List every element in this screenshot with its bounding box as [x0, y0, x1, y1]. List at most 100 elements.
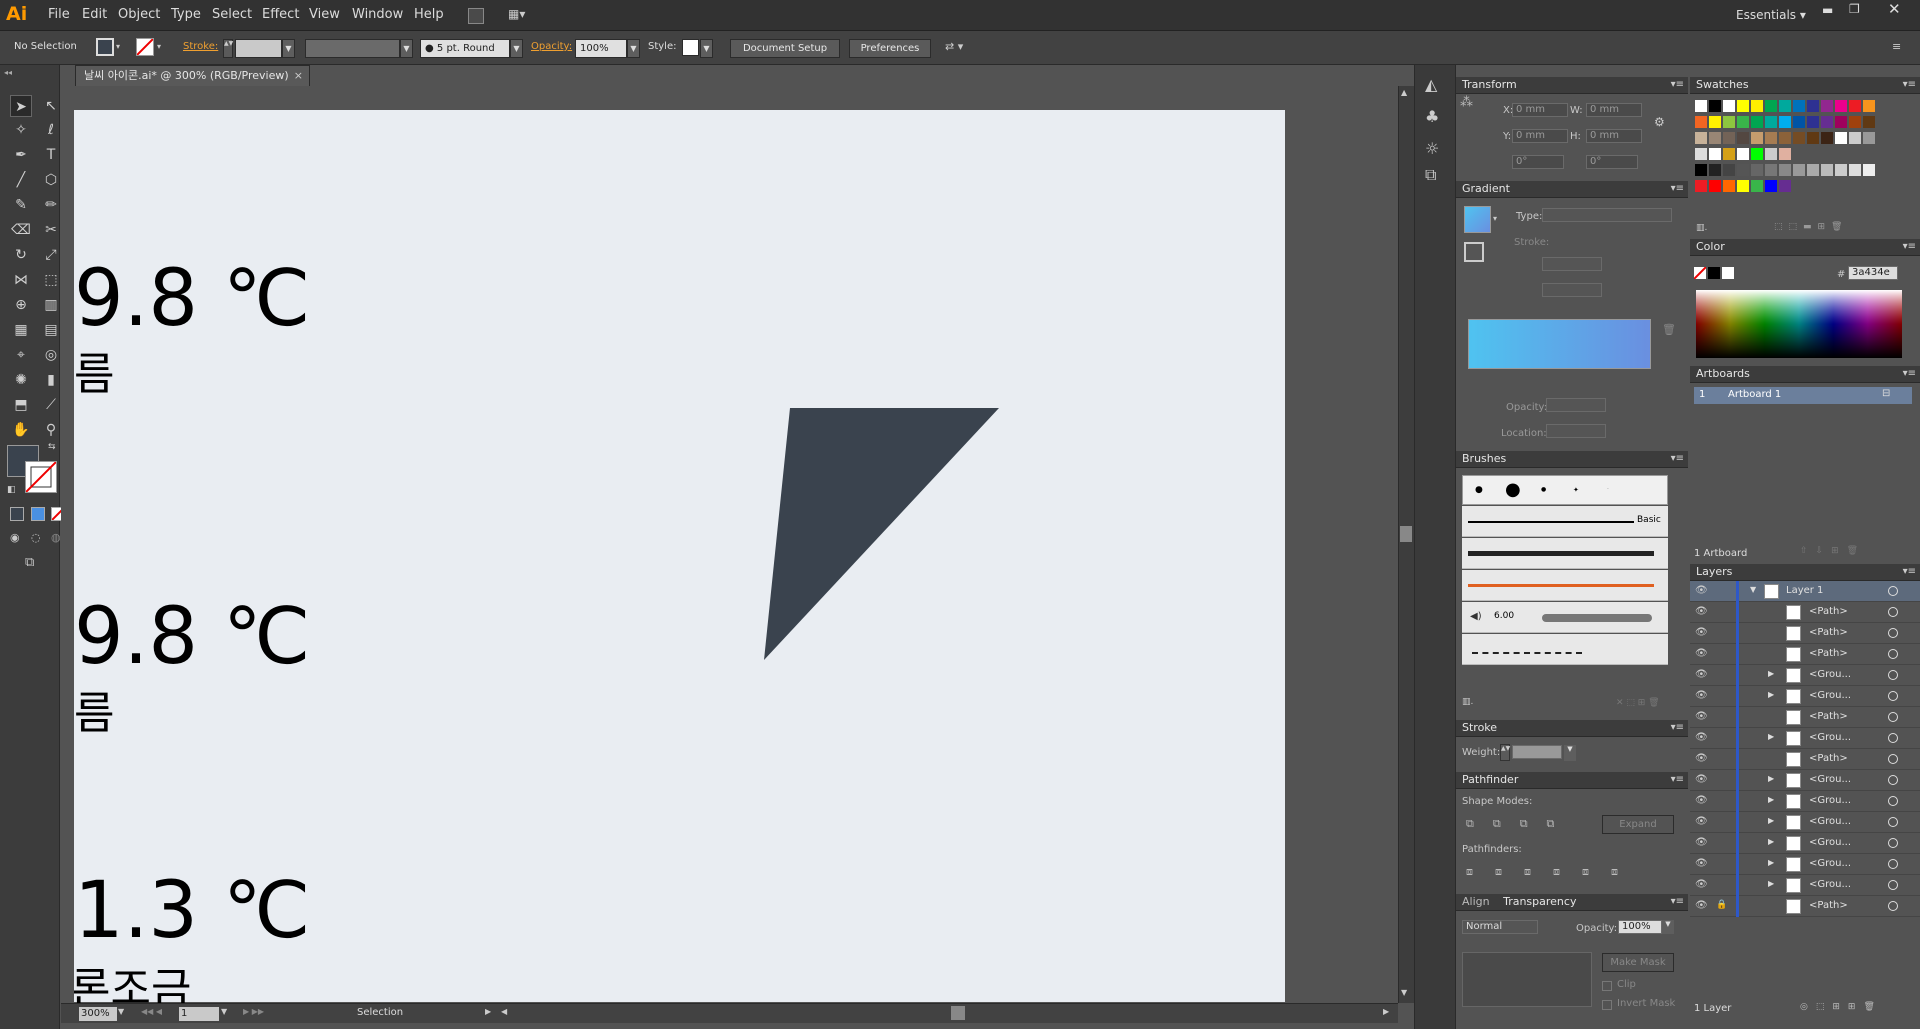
- layer-row[interactable]: 👁 ▶ <Grou...: [1690, 854, 1920, 875]
- swatch-chip[interactable]: [1863, 132, 1875, 144]
- swatch-chip[interactable]: [1807, 116, 1819, 128]
- swatch-chip[interactable]: [1737, 100, 1749, 112]
- close-button[interactable]: ✕: [1888, 0, 1901, 18]
- artboard-tool-icon[interactable]: ⬒: [10, 394, 32, 416]
- hand-tool-icon[interactable]: ✋: [10, 419, 32, 441]
- swatch-chip[interactable]: [1723, 148, 1735, 160]
- target-circle-icon[interactable]: [1888, 775, 1898, 785]
- swatch-chip[interactable]: [1765, 180, 1777, 192]
- variable-width-profile[interactable]: [305, 39, 400, 58]
- swatch-chip[interactable]: [1695, 100, 1707, 112]
- swatch-chip[interactable]: [1695, 148, 1707, 160]
- swatch-chip[interactable]: [1723, 116, 1735, 128]
- swatch-chip[interactable]: [1751, 100, 1763, 112]
- swatch-chip[interactable]: [1793, 164, 1805, 176]
- graphic-styles-icon[interactable]: ⧉: [1425, 165, 1436, 185]
- horizontal-scroll-thumb[interactable]: [951, 1006, 965, 1020]
- target-circle-icon[interactable]: [1888, 712, 1898, 722]
- swatch-chip[interactable]: [1709, 116, 1721, 128]
- scissors-tool-icon[interactable]: ✂: [40, 219, 62, 241]
- gradient-stroke-swatch[interactable]: [1464, 242, 1484, 262]
- artboard-number-field[interactable]: 1: [179, 1007, 219, 1021]
- document-setup-button[interactable]: Document Setup: [730, 39, 840, 58]
- slice-tool-icon[interactable]: ⟋: [40, 394, 62, 416]
- brush-basic[interactable]: Basic: [1462, 506, 1668, 537]
- graphic-style-swatch[interactable]: [682, 39, 699, 56]
- layer-row[interactable]: 👁 ▶ <Grou...: [1690, 665, 1920, 686]
- restore-button[interactable]: ❐: [1849, 2, 1860, 16]
- y-field[interactable]: 0 mm: [1512, 129, 1568, 143]
- target-circle-icon[interactable]: [1888, 796, 1898, 806]
- brush-charcoal[interactable]: [1462, 538, 1668, 569]
- default-colors-icon[interactable]: ◧: [7, 485, 16, 495]
- color-white-swatch[interactable]: [1722, 267, 1734, 279]
- opacity-dropdown[interactable]: ▼: [627, 39, 640, 58]
- artboards-panel-tab[interactable]: Artboards ▾≡: [1690, 366, 1920, 383]
- brush-dropdown[interactable]: ▼: [510, 39, 523, 58]
- swatch-chip[interactable]: [1695, 116, 1707, 128]
- swatch-chip[interactable]: [1723, 164, 1735, 176]
- visibility-eye-icon[interactable]: 👁: [1695, 858, 1708, 869]
- color-spectrum[interactable]: [1696, 290, 1902, 358]
- layer-row[interactable]: 👁 ▶ <Grou...: [1690, 728, 1920, 749]
- swatch-chip[interactable]: [1779, 164, 1791, 176]
- menu-object[interactable]: Object: [118, 7, 160, 22]
- swatch-chip[interactable]: [1737, 164, 1749, 176]
- triangle-path[interactable]: [764, 408, 999, 660]
- scroll-thumb[interactable]: [1400, 526, 1412, 542]
- blend-mode-dropdown[interactable]: Normal: [1462, 920, 1538, 934]
- visibility-eye-icon[interactable]: 👁: [1695, 879, 1708, 890]
- stroke-dropdown-arrow[interactable]: ▾: [157, 42, 161, 51]
- expand-triangle-icon[interactable]: ▼: [1750, 585, 1756, 594]
- menu-effect[interactable]: Effect: [262, 7, 299, 22]
- visibility-eye-icon[interactable]: 👁: [1695, 795, 1708, 806]
- scroll-up-icon[interactable]: ▲: [1401, 88, 1407, 97]
- layer-row[interactable]: 👁 <Path>: [1690, 707, 1920, 728]
- swatch-chip[interactable]: [1695, 164, 1707, 176]
- transparency-panel-tabs[interactable]: Align Transparency ▾≡: [1456, 894, 1688, 911]
- gradient-angle-field[interactable]: [1542, 257, 1602, 271]
- visibility-eye-icon[interactable]: 👁: [1695, 900, 1708, 911]
- visibility-eye-icon[interactable]: 👁: [1695, 627, 1708, 638]
- h-field[interactable]: 0 mm: [1586, 129, 1642, 143]
- gradient-opacity-field[interactable]: [1546, 398, 1606, 412]
- artboard[interactable]: 9.8 ℃ 름 9.8 ℃ 름 1.3 ℃ 론조금: [70, 110, 1285, 1012]
- gradient-aspect-field[interactable]: [1542, 283, 1602, 297]
- expand-triangle-icon[interactable]: ▶: [1768, 795, 1774, 804]
- target-circle-icon[interactable]: [1888, 754, 1898, 764]
- artboard-actions-icons[interactable]: ⇧⇩⊞🗑: [1800, 546, 1866, 556]
- weight-dropdown[interactable]: ▼: [1564, 745, 1576, 761]
- type-tool-icon[interactable]: T: [40, 144, 62, 166]
- swatch-chip[interactable]: [1779, 116, 1791, 128]
- invert-mask-checkbox[interactable]: [1602, 1000, 1612, 1010]
- clip-checkbox[interactable]: [1602, 981, 1612, 991]
- blend-tool-icon[interactable]: ◎: [40, 344, 62, 366]
- swatch-chip[interactable]: [1695, 132, 1707, 144]
- swatch-chip[interactable]: [1835, 100, 1847, 112]
- swatch-chip[interactable]: [1807, 132, 1819, 144]
- layers-panel-tab[interactable]: Layers ▾≡: [1690, 564, 1920, 581]
- swatch-chip[interactable]: [1863, 116, 1875, 128]
- swatch-library-icon[interactable]: ▥.: [1696, 223, 1707, 233]
- swatch-actions-icons[interactable]: ⬚⬚▬⊞🗑: [1774, 222, 1848, 232]
- target-circle-icon[interactable]: [1888, 880, 1898, 890]
- layer-row[interactable]: 👁 <Path>: [1690, 644, 1920, 665]
- swatch-chip[interactable]: [1765, 100, 1777, 112]
- swatch-chip[interactable]: [1737, 148, 1749, 160]
- swatch-chip[interactable]: [1765, 132, 1777, 144]
- free-transform-tool-icon[interactable]: ⬚: [40, 269, 62, 291]
- perspective-grid-tool-icon[interactable]: ▥: [40, 294, 62, 316]
- blob-brush-tool-icon[interactable]: ⌫: [10, 219, 32, 241]
- paintbrush-tool-icon[interactable]: ✎: [10, 194, 32, 216]
- shape-mode-buttons[interactable]: ⧉⧉⧉⧉: [1466, 817, 1573, 831]
- swap-fill-stroke-icon[interactable]: ⇆: [48, 442, 56, 452]
- swatch-chip[interactable]: [1765, 164, 1777, 176]
- stroke-weight-dropdown[interactable]: ▼: [282, 39, 295, 58]
- swatch-chip[interactable]: [1709, 180, 1721, 192]
- menu-type[interactable]: Type: [171, 7, 201, 22]
- target-circle-icon[interactable]: [1888, 733, 1898, 743]
- swatch-chip[interactable]: [1709, 100, 1721, 112]
- layer-row[interactable]: 👁 <Path>: [1690, 749, 1920, 770]
- pathfinder-panel-tab[interactable]: Pathfinder ▾≡: [1456, 772, 1688, 789]
- screen-mode-icon[interactable]: ⧉: [25, 555, 34, 570]
